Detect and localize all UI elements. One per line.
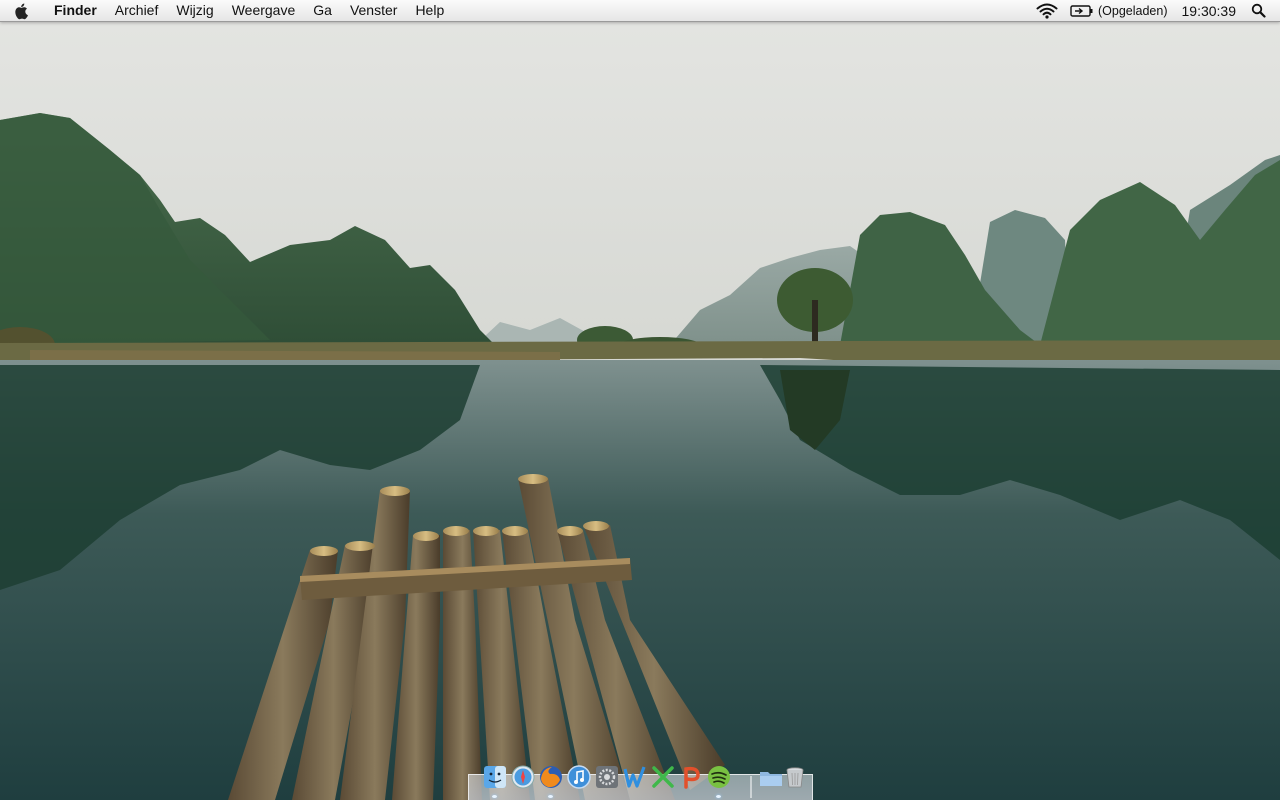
trash-icon[interactable] bbox=[782, 764, 808, 790]
menu-help[interactable]: Help bbox=[406, 0, 453, 21]
finder-running-indicator bbox=[492, 795, 497, 798]
wifi-status[interactable] bbox=[1030, 0, 1064, 21]
safari-icon[interactable] bbox=[510, 764, 536, 790]
word-icon[interactable] bbox=[622, 764, 648, 790]
finder-icon[interactable] bbox=[482, 764, 508, 790]
menu-bar: Finder Archief Wijzig Weergave Ga Venste… bbox=[0, 0, 1280, 22]
battery-charging-icon bbox=[1070, 4, 1093, 17]
system-preferences-icon[interactable] bbox=[594, 764, 620, 790]
spotify-running-indicator bbox=[716, 795, 721, 798]
desktop[interactable] bbox=[0, 0, 1280, 800]
spotlight-button[interactable] bbox=[1245, 0, 1280, 21]
battery-status-label: (Opgeladen) bbox=[1098, 3, 1168, 18]
menu-archief[interactable]: Archief bbox=[106, 0, 168, 21]
firefox-icon[interactable] bbox=[538, 764, 564, 790]
menubar-clock[interactable]: 19:30:39 bbox=[1174, 0, 1246, 21]
spotify-icon[interactable] bbox=[706, 764, 732, 790]
menu-finder[interactable]: Finder bbox=[44, 0, 106, 21]
dock-divider bbox=[750, 776, 752, 798]
menu-venster[interactable]: Venster bbox=[341, 0, 406, 21]
apple-menu[interactable] bbox=[0, 0, 44, 21]
dock bbox=[468, 764, 813, 800]
excel-icon[interactable] bbox=[650, 764, 676, 790]
menu-weergave[interactable]: Weergave bbox=[223, 0, 305, 21]
apple-logo-icon bbox=[15, 3, 28, 19]
wifi-icon bbox=[1036, 3, 1058, 19]
applications-folder-icon[interactable] bbox=[758, 764, 784, 790]
menu-ga[interactable]: Ga bbox=[304, 0, 341, 21]
desktop-wallpaper bbox=[0, 0, 1280, 800]
powerpoint-icon[interactable] bbox=[678, 764, 704, 790]
spotlight-search-icon bbox=[1251, 3, 1266, 18]
menu-wijzig[interactable]: Wijzig bbox=[167, 0, 222, 21]
itunes-icon[interactable] bbox=[566, 764, 592, 790]
battery-status[interactable]: (Opgeladen) bbox=[1064, 0, 1174, 21]
firefox-running-indicator bbox=[548, 795, 553, 798]
